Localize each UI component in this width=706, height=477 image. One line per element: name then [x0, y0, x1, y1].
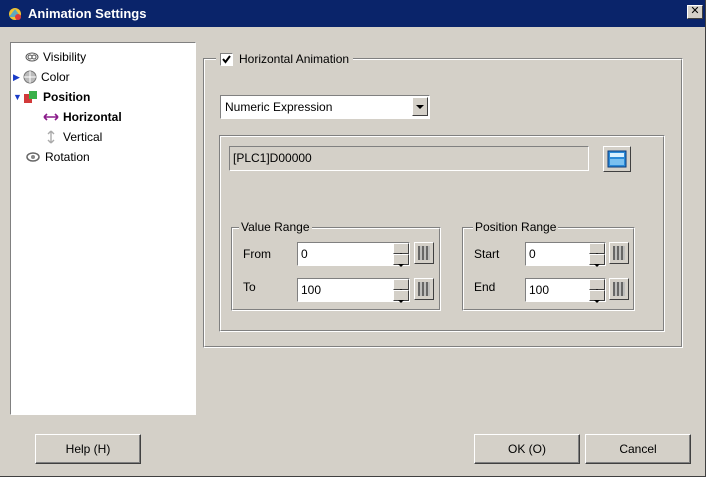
start-label: Start	[474, 247, 500, 261]
spin-down-button[interactable]	[393, 290, 409, 303]
vertical-arrow-icon	[47, 130, 55, 144]
cancel-button[interactable]: Cancel	[585, 434, 691, 464]
spin-down-icon	[594, 264, 600, 267]
tree-item-label: Color	[41, 70, 70, 84]
horizontal-arrow-icon	[43, 113, 59, 121]
keypad-icon	[607, 150, 627, 168]
spin-down-button[interactable]	[393, 254, 409, 267]
spin-up-button[interactable]	[393, 279, 409, 292]
animation-settings-dialog: Animation Settings ✕ Visibility ▶ Color …	[0, 0, 706, 477]
position-range-label: Position Range	[473, 219, 559, 235]
address-field[interactable]: [PLC1]D00000	[229, 146, 589, 171]
expand-arrow-icon[interactable]: ▶	[13, 72, 23, 83]
tree-item-label: Visibility	[43, 50, 87, 64]
keypad-grid-icon	[613, 246, 625, 260]
help-button[interactable]: Help (H)	[35, 434, 141, 464]
horizontal-animation-label: Horizontal Animation	[239, 52, 350, 66]
ok-button[interactable]: OK (O)	[474, 434, 580, 464]
tree-item-label: Vertical	[63, 130, 103, 144]
start-value-input[interactable]: 0	[525, 242, 606, 267]
horizontal-animation-checkbox-row[interactable]: Horizontal Animation	[216, 50, 354, 68]
collapse-arrow-icon[interactable]: ▼	[13, 92, 23, 102]
horizontal-animation-checkbox[interactable]	[220, 52, 233, 66]
mode-select[interactable]: Numeric Expression	[220, 95, 430, 119]
value-range-label: Value Range	[239, 219, 312, 235]
spin-up-button[interactable]	[589, 279, 605, 292]
from-value-input[interactable]: 0	[297, 242, 410, 267]
spin-down-icon	[398, 300, 404, 303]
end-spin-buttons[interactable]	[589, 279, 605, 303]
tree-item-position[interactable]: ▼ Position	[13, 87, 90, 107]
end-label: End	[474, 280, 496, 294]
tree-item-label: Horizontal	[63, 110, 122, 124]
address-input-button[interactable]	[603, 146, 631, 172]
tree-item-visibility[interactable]: Visibility	[25, 47, 86, 67]
tree-item-vertical[interactable]: Vertical	[43, 127, 102, 147]
position-icon	[24, 91, 37, 103]
keypad-grid-icon	[613, 282, 625, 296]
spin-up-button[interactable]	[589, 243, 605, 256]
rotation-icon	[26, 152, 40, 162]
keypad-grid-icon	[418, 246, 430, 260]
spin-down-button[interactable]	[589, 290, 605, 303]
from-value: 0	[301, 247, 308, 261]
start-value: 0	[529, 247, 536, 261]
from-spin-buttons[interactable]	[393, 243, 409, 267]
end-value: 100	[529, 283, 550, 297]
animation-app-icon	[6, 5, 24, 23]
to-spin-buttons[interactable]	[393, 279, 409, 303]
spin-up-button[interactable]	[393, 243, 409, 256]
chevron-down-icon	[416, 105, 424, 109]
tree-item-color[interactable]: ▶ Color	[13, 67, 70, 87]
color-icon	[23, 70, 37, 84]
title-bar[interactable]: Animation Settings ✕	[0, 0, 705, 27]
end-keypad-button[interactable]	[609, 278, 629, 300]
keypad-grid-icon	[418, 282, 430, 296]
spin-down-icon	[398, 264, 404, 267]
checkmark-icon	[222, 54, 231, 64]
to-keypad-button[interactable]	[414, 278, 434, 300]
start-keypad-button[interactable]	[609, 242, 629, 264]
mode-select-value: Numeric Expression	[225, 100, 333, 114]
to-label: To	[243, 280, 256, 294]
to-value: 100	[301, 283, 322, 297]
tree-item-label: Position	[43, 90, 91, 104]
end-value-input[interactable]: 100	[525, 278, 606, 303]
spin-down-icon	[594, 300, 600, 303]
close-button[interactable]: ✕	[687, 5, 703, 19]
visibility-icon	[25, 52, 39, 62]
animation-category-tree[interactable]: Visibility ▶ Color ▼ Position Horizontal	[10, 42, 196, 415]
start-spin-buttons[interactable]	[589, 243, 605, 267]
dropdown-button[interactable]	[412, 97, 428, 116]
tree-item-label: Rotation	[45, 150, 90, 164]
tree-item-rotation[interactable]: Rotation	[25, 147, 90, 167]
from-keypad-button[interactable]	[414, 242, 434, 264]
spin-down-button[interactable]	[589, 254, 605, 267]
to-value-input[interactable]: 100	[297, 278, 410, 303]
tree-item-horizontal[interactable]: Horizontal	[43, 107, 122, 127]
from-label: From	[243, 247, 271, 261]
close-icon: ✕	[690, 5, 700, 17]
window-title: Animation Settings	[28, 6, 147, 21]
